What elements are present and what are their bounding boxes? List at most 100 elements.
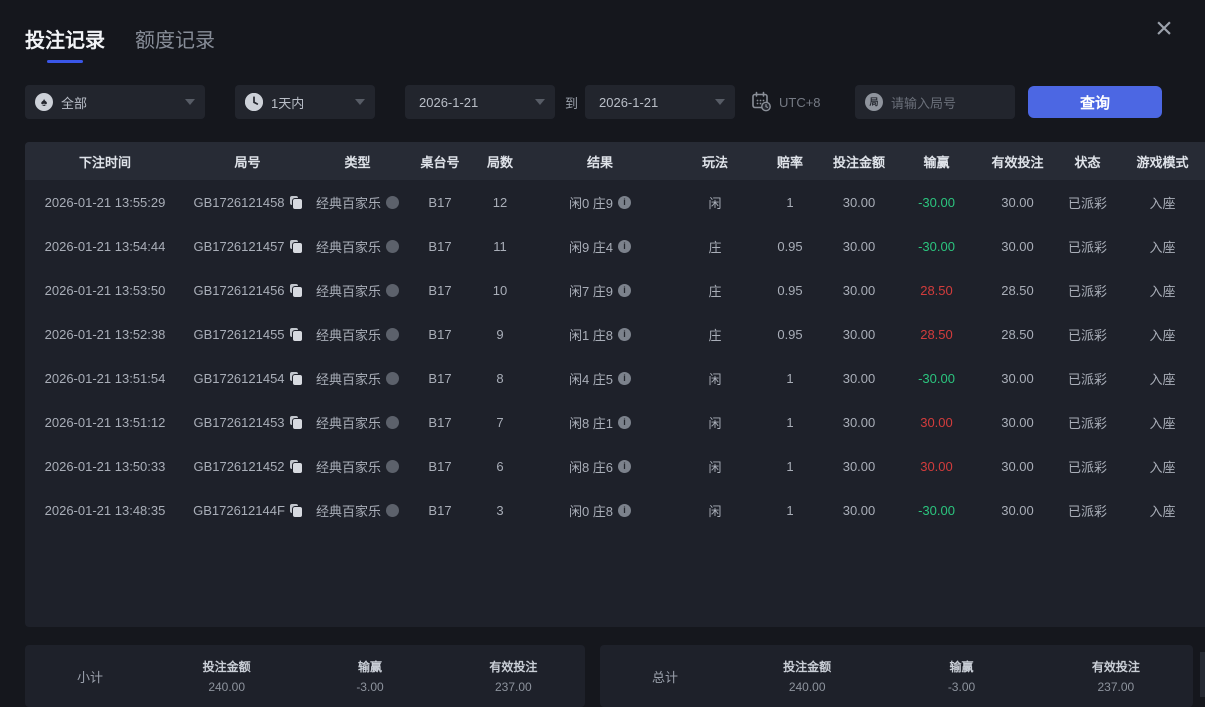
cell-status: 已派彩 bbox=[1067, 459, 1107, 475]
info-icon[interactable]: i bbox=[618, 459, 632, 473]
round-input-placeholder: 请输入局号 bbox=[891, 95, 957, 111]
cell-play: 庄 bbox=[708, 239, 722, 255]
chevron-down-icon bbox=[715, 99, 725, 105]
cell-odds: 1 bbox=[786, 194, 794, 210]
cell-round-id: GB172612144F bbox=[185, 503, 310, 518]
cell-round-no: 10 bbox=[492, 282, 508, 298]
cell-status: 已派彩 bbox=[1067, 283, 1107, 299]
cell-table-no: B17 bbox=[428, 194, 452, 210]
date-from-dropdown[interactable]: 2026-1-21 bbox=[405, 85, 555, 119]
tab-betting-records[interactable]: 投注记录 bbox=[25, 24, 105, 63]
calendar-clock-icon bbox=[750, 90, 772, 115]
info-icon[interactable]: i bbox=[618, 239, 632, 253]
cell-table-no: B17 bbox=[428, 414, 452, 430]
cell-bet-amount: 30.00 bbox=[842, 326, 876, 342]
clock-icon bbox=[245, 93, 263, 111]
cell-bet-amount: 30.00 bbox=[842, 194, 876, 210]
game-icon[interactable] bbox=[386, 503, 399, 517]
col-header-game-type: 类型 bbox=[344, 154, 371, 170]
cell-result: 闲8 庄1 i bbox=[525, 413, 675, 432]
query-button[interactable]: 查询 bbox=[1028, 86, 1162, 118]
info-icon[interactable]: i bbox=[618, 327, 632, 341]
copy-icon[interactable] bbox=[289, 283, 302, 297]
cell-table-no: B17 bbox=[428, 458, 452, 474]
table-row: 2026-01-21 13:51:12 GB1726121453 经典百家乐 B17 7… bbox=[25, 400, 1205, 444]
records-table: 下注时间 局号 类型 桌台号 局数 结果 玩法 赔率 投注金额 输赢 有效投注 … bbox=[25, 142, 1205, 627]
clipped-panel-edge bbox=[1200, 652, 1205, 697]
table-header-row: 下注时间 局号 类型 桌台号 局数 结果 玩法 赔率 投注金额 输赢 有效投注 … bbox=[25, 142, 1205, 180]
timezone-indicator[interactable]: UTC+8 bbox=[750, 85, 821, 119]
cell-bet-time: 2026-01-21 13:55:29 bbox=[44, 194, 166, 210]
time-range-value: 1天内 bbox=[271, 95, 305, 111]
cell-round-no: 6 bbox=[496, 458, 504, 474]
cell-play: 闲 bbox=[708, 371, 722, 387]
cell-game-mode: 入座 bbox=[1149, 459, 1176, 475]
cell-round-id: GB1726121458 bbox=[185, 195, 310, 210]
cell-play: 闲 bbox=[708, 195, 722, 211]
cell-bet-time: 2026-01-21 13:51:12 bbox=[44, 414, 166, 430]
date-to-value: 2026-1-21 bbox=[599, 94, 659, 110]
cell-odds: 0.95 bbox=[777, 326, 803, 342]
copy-icon[interactable] bbox=[289, 371, 302, 385]
cell-game-type: 经典百家乐 bbox=[310, 369, 405, 388]
total-win-loss: 输赢 -3.00 bbox=[947, 660, 976, 694]
col-header-bet-time: 下注时间 bbox=[78, 154, 131, 170]
copy-icon[interactable] bbox=[289, 415, 302, 429]
info-icon[interactable]: i bbox=[618, 195, 632, 209]
cell-odds: 1 bbox=[786, 458, 794, 474]
close-icon[interactable]: × bbox=[1147, 12, 1181, 46]
cell-status: 已派彩 bbox=[1067, 239, 1107, 255]
cell-game-type: 经典百家乐 bbox=[310, 413, 405, 432]
cell-odds: 0.95 bbox=[777, 282, 803, 298]
cell-valid-bet: 30.00 bbox=[1001, 194, 1034, 210]
copy-icon[interactable] bbox=[289, 503, 302, 517]
cell-round-id: GB1726121457 bbox=[185, 239, 310, 254]
round-number-input[interactable]: 局 请输入局号 bbox=[855, 85, 1015, 119]
game-icon[interactable] bbox=[386, 415, 399, 429]
cell-game-mode: 入座 bbox=[1149, 283, 1176, 299]
cell-bet-time: 2026-01-21 13:51:54 bbox=[44, 370, 166, 386]
col-header-win-loss: 输赢 bbox=[923, 154, 950, 170]
game-icon[interactable] bbox=[386, 327, 399, 341]
col-header-round-no: 局数 bbox=[486, 154, 513, 170]
col-header-odds: 赔率 bbox=[776, 154, 803, 170]
col-header-status: 状态 bbox=[1074, 154, 1101, 170]
game-icon[interactable] bbox=[386, 239, 399, 253]
tab-quota-records[interactable]: 额度记录 bbox=[135, 24, 215, 63]
cell-valid-bet: 30.00 bbox=[1001, 238, 1034, 254]
game-icon[interactable] bbox=[386, 283, 399, 297]
time-range-dropdown[interactable]: 1天内 bbox=[235, 85, 375, 119]
info-icon[interactable]: i bbox=[618, 283, 632, 297]
date-to-dropdown[interactable]: 2026-1-21 bbox=[585, 85, 735, 119]
cell-game-mode: 入座 bbox=[1149, 195, 1176, 211]
game-type-dropdown[interactable]: ♠ 全部 bbox=[25, 85, 205, 119]
subtotal-bet-amount: 投注金额 240.00 bbox=[202, 660, 251, 694]
info-icon[interactable]: i bbox=[618, 503, 632, 517]
info-icon[interactable]: i bbox=[618, 415, 632, 429]
cell-valid-bet: 30.00 bbox=[1001, 502, 1034, 518]
copy-icon[interactable] bbox=[289, 459, 302, 473]
cell-status: 已派彩 bbox=[1067, 195, 1107, 211]
game-icon[interactable] bbox=[386, 371, 399, 385]
game-icon[interactable] bbox=[386, 459, 399, 473]
cell-game-mode: 入座 bbox=[1149, 239, 1176, 255]
subtotal-win-loss: 输赢 -3.00 bbox=[356, 660, 384, 694]
cell-win-loss: 30.00 bbox=[920, 458, 953, 474]
col-header-valid-bet: 有效投注 bbox=[991, 154, 1044, 170]
copy-icon[interactable] bbox=[289, 195, 302, 209]
cell-bet-time: 2026-01-21 13:52:38 bbox=[44, 326, 166, 342]
cell-odds: 0.95 bbox=[777, 238, 803, 254]
cell-status: 已派彩 bbox=[1067, 371, 1107, 387]
cell-odds: 1 bbox=[786, 370, 794, 386]
info-icon[interactable]: i bbox=[618, 371, 632, 385]
copy-icon[interactable] bbox=[289, 327, 302, 341]
cell-bet-amount: 30.00 bbox=[842, 370, 876, 386]
summary-bar: 小计 投注金额 240.00 输赢 -3.00 有效投注 237.00 总计 投… bbox=[25, 645, 1205, 707]
cell-result: 闲7 庄9 i bbox=[525, 281, 675, 300]
copy-icon[interactable] bbox=[289, 239, 302, 253]
cell-odds: 1 bbox=[786, 502, 794, 518]
cell-win-loss: -30.00 bbox=[918, 238, 955, 254]
game-icon[interactable] bbox=[386, 195, 399, 209]
col-header-result: 结果 bbox=[586, 154, 613, 170]
table-row: 2026-01-21 13:48:35 GB172612144F 经典百家乐 B17 3… bbox=[25, 488, 1205, 532]
